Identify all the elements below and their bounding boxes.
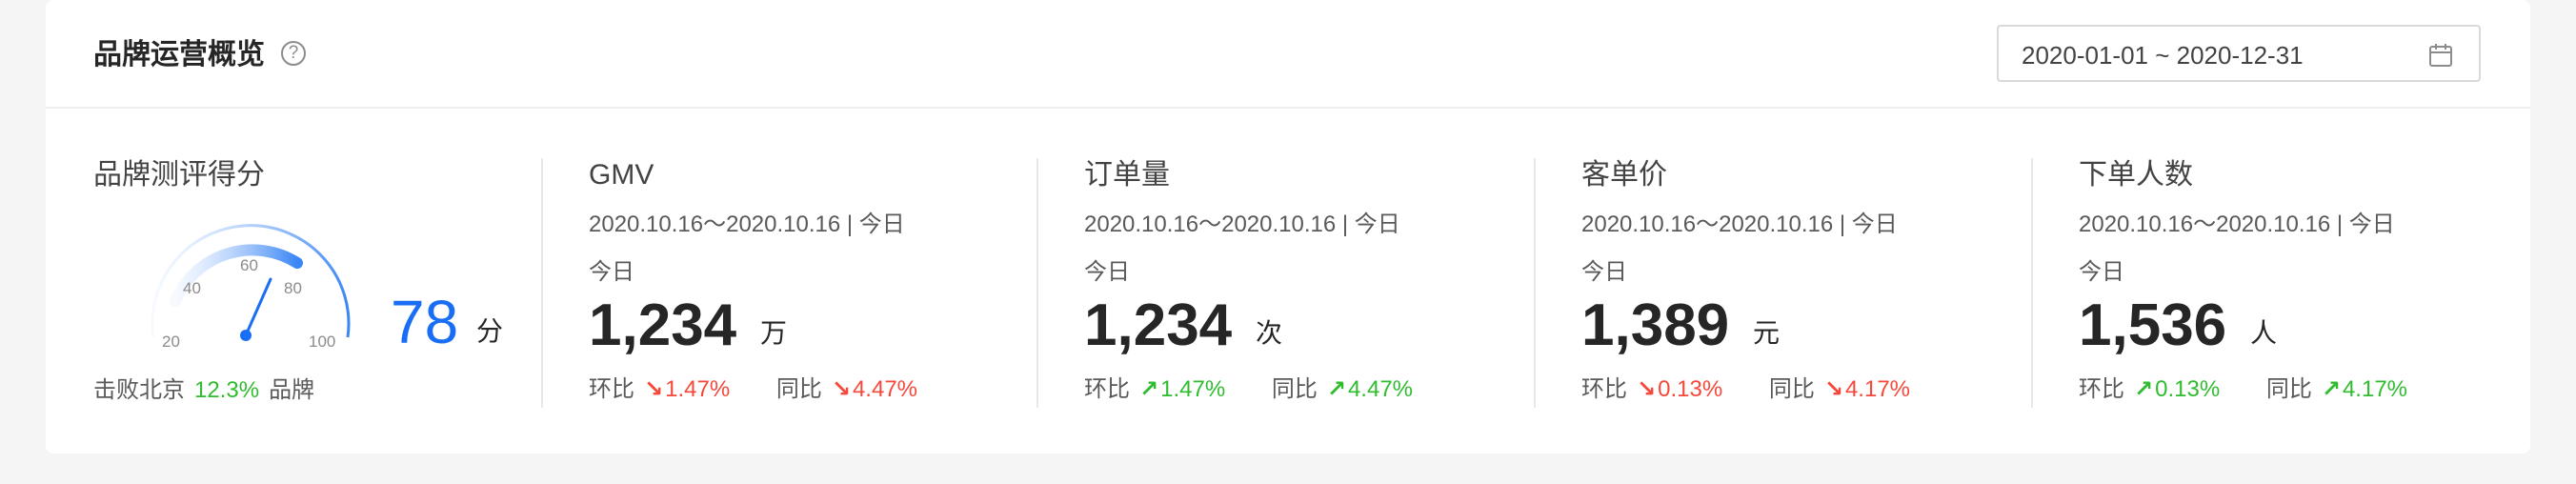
metric-unit: 元 [1753,318,1781,348]
metric-value: 1,234 [1084,292,1233,358]
yoy-value: 4.17% [1844,376,1911,402]
mom-value: 1.47% [1160,376,1226,402]
metric-unit: 万 [760,318,788,348]
beat-suffix: 品牌 [269,377,315,403]
gauge-tick-label: 100 [309,333,335,351]
metric-title: GMV [589,159,654,191]
gauge-needle [244,277,272,337]
beat-summary: 击败北京 12.3% 品牌 [93,375,314,406]
page-title: 品牌运营概览 [93,39,265,71]
yoy-comparison: 同比 ↗4.47% [1272,374,1413,405]
metric-date-range: 2020.10.16～2020.10.16 | 今日 [1581,212,1898,237]
yoy-value: 4.47% [852,376,918,402]
brand-score-unit: 分 [476,316,504,346]
yoy-label: 同比 [2265,376,2312,402]
section-divider [541,158,543,408]
mom-label: 环比 [1581,376,1627,402]
section-divider [2031,158,2033,408]
beat-prefix: 击败北京 [93,377,185,403]
section-divider [1036,158,1038,408]
brand-score-value: 78 [391,288,459,356]
brand-score-title: 品牌测评得分 [93,159,265,191]
gauge-tick-label: 80 [284,279,302,297]
metric-date-range: 2020.10.16～2020.10.16 | 今日 [589,212,905,237]
mom-value: 0.13% [1658,376,1723,402]
metric-comparison: 环比 ↗1.47% 同比 ↗4.47% [1084,374,1413,405]
yoy-value: 4.17% [2342,376,2408,402]
yoy-comparison: 同比 ↘4.17% [1769,374,1910,405]
yoy-value: 4.47% [1347,376,1414,402]
metric-comparison: 环比 ↘1.47% 同比 ↘4.47% [589,374,917,405]
metric-gmv: GMV 2020.10.16～2020.10.16 | 今日 今日 1,234 … [589,0,1027,454]
yoy-label: 同比 [1271,376,1318,402]
metric-unit: 次 [1256,318,1283,348]
mom-value: 1.47% [665,376,731,402]
trend-up-icon: ↗ [2321,376,2341,402]
mom-value: 0.13% [2155,376,2221,402]
yoy-comparison: 同比 ↘4.47% [776,374,917,405]
mom-comparison: 环比 ↗0.13% [2079,374,2220,405]
trend-down-icon: ↘ [1823,376,1843,402]
metric-today-label: 今日 [589,259,634,285]
mom-comparison: 环比 ↘0.13% [1581,374,1722,405]
metric-title: 下单人数 [2079,159,2193,191]
beat-percent: 12.3% [194,377,260,403]
metric-comparison: 环比 ↘0.13% 同比 ↘4.17% [1581,374,1910,405]
score-gauge: 20 40 60 80 100 [151,224,351,351]
metric-order-count: 订单量 2020.10.16～2020.10.16 | 今日 今日 1,234 … [1084,0,1522,454]
metric-unit: 人 [2250,318,2278,348]
gauge-needle-center [240,330,252,341]
trend-down-icon: ↘ [644,376,664,402]
metric-comparison: 环比 ↗0.13% 同比 ↗4.17% [2079,374,2407,405]
trend-down-icon: ↘ [1637,376,1657,402]
metric-value: 1,536 [2079,292,2227,358]
mom-comparison: 环比 ↘1.47% [589,374,730,405]
metric-date-range: 2020.10.16～2020.10.16 | 今日 [1084,212,1400,237]
mom-label: 环比 [1084,376,1130,402]
gauge-tick-label: 40 [183,279,201,297]
trend-up-icon: ↗ [1326,376,1346,402]
metric-buyer-count: 下单人数 2020.10.16～2020.10.16 | 今日 今日 1,536… [2079,0,2517,454]
metric-today-label: 今日 [2079,259,2124,285]
metric-today-label: 今日 [1084,259,1130,285]
mom-label: 环比 [589,376,634,402]
gauge-tick-label: 20 [162,333,180,351]
brand-overview-card: 品牌运营概览 ? 2020-01-01 ~ 2020-12-31 品牌测评得分 [46,0,2530,454]
trend-down-icon: ↘ [831,376,851,402]
metric-value: 1,389 [1581,292,1730,358]
mom-comparison: 环比 ↗1.47% [1084,374,1225,405]
metric-date-range: 2020.10.16～2020.10.16 | 今日 [2079,212,2395,237]
yoy-label: 同比 [1768,376,1815,402]
yoy-comparison: 同比 ↗4.17% [2266,374,2407,405]
trend-up-icon: ↗ [1139,376,1159,402]
metric-title: 客单价 [1581,159,1667,191]
metric-value: 1,234 [589,292,737,358]
section-divider [1534,158,1536,408]
metric-title: 订单量 [1084,159,1170,191]
trend-up-icon: ↗ [2134,376,2154,402]
help-icon[interactable]: ? [281,41,306,66]
yoy-label: 同比 [775,376,822,402]
metric-avg-order-value: 客单价 2020.10.16～2020.10.16 | 今日 今日 1,389 … [1581,0,2020,454]
mom-label: 环比 [2079,376,2124,402]
metric-today-label: 今日 [1581,259,1627,285]
gauge-tick-label: 60 [240,256,258,274]
